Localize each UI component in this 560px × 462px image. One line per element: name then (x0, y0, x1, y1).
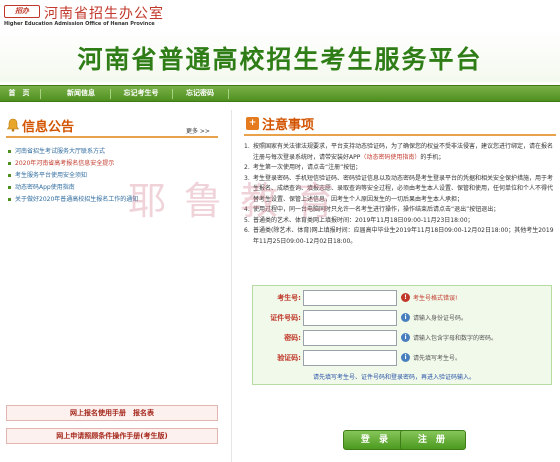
notice-divider (244, 134, 556, 136)
captcha-row: 验证码: i 请先填写考生号。 (253, 350, 553, 367)
news-item[interactable]: 2020年河南省高考报名信息安全提示 (8, 158, 223, 170)
news-title: 信息公告 (22, 120, 75, 135)
care-conditions-manual-button[interactable]: 网上申请照顾条件操作手册(考生版) (6, 428, 218, 444)
notice-item: 3. 考生登录密码、手机短信验证码、密码验证信息以及动态密码是考生登录平台的凭据和… (244, 174, 554, 203)
dynamic-password-guide-link[interactable]: （动态密码使用指南） (360, 154, 420, 161)
notice-item: 1. 按照国家有关法律法规要求，平台支持动态验证码，为了确保您的权益不受非法侵害，… (244, 143, 554, 161)
bullet-icon (8, 198, 11, 201)
nav-forgot-password[interactable]: 忘记密码 (174, 86, 226, 101)
news-divider (6, 136, 218, 138)
id-number-input[interactable] (303, 310, 397, 326)
password-input[interactable] (303, 330, 397, 346)
notice-title: 注意事项 (262, 118, 315, 133)
register-button[interactable]: 注 册 (400, 430, 466, 450)
bullet-icon (8, 150, 11, 153)
nav-news[interactable]: 新闻信息 (56, 86, 106, 101)
notice-item: 2. 考生第一次使用时，请点击“注册”按钮； (244, 164, 362, 171)
org-english-name: Higher Education Admission Office of Hen… (4, 21, 155, 27)
notice-item: 6. 普通类(除艺术、体育)网上填报时间：应届高中毕业生2019年11月18日09… (244, 227, 554, 245)
org-logo: 招办 (4, 5, 40, 18)
nav-separator (110, 89, 111, 99)
bullet-icon (8, 162, 11, 165)
examinee-number-row: 考生号: ! 考生号格式错误! (253, 290, 553, 307)
captcha-label: 验证码: (277, 354, 301, 362)
top-bar: 招办 河南省招生办公室 Higher Education Admission O… (0, 0, 560, 30)
examinee-number-hint: 考生号格式错误! (413, 295, 458, 302)
notice-item: 4. 使用过程中，同一台电脑同时只允许一名考生进行操作，操作结束后请点击“退出”按… (244, 206, 500, 213)
main-nav: 首 页 新闻信息 忘记考生号 忘记密码 (0, 85, 560, 102)
login-form: 考生号: ! 考生号格式错误! 证件号码: i 请输入身份证号码。 密码: i … (252, 285, 552, 385)
news-item[interactable]: 关于做好2020年普通高校招生报名工作的通知 (8, 194, 223, 206)
news-more-link[interactable]: 更多 >> (186, 126, 210, 135)
nav-home[interactable]: 首 页 (0, 86, 38, 101)
password-row: 密码: i 请输入包含字母和数字的密码。 (253, 330, 553, 347)
captcha-input[interactable] (303, 350, 397, 366)
site-banner: 河南省普通高校招生考生服务平台 (0, 30, 560, 82)
news-item[interactable]: 河南省招生考试服务大厅联系方式 (8, 146, 223, 158)
examinee-number-input[interactable] (303, 290, 397, 306)
org-name: 河南省招生办公室 (44, 6, 164, 22)
news-item[interactable]: 考生服务平台使用安全须知 (8, 170, 223, 182)
info-icon: i (401, 333, 410, 342)
notice-list: 1. 按照国家有关法律法规要求，平台支持动态验证码，为了确保您的权益不受非法侵害，… (244, 142, 558, 247)
registration-manual-button[interactable]: 网上报名使用手册 报名表 (6, 405, 218, 421)
bullet-icon (8, 186, 11, 189)
notice-item: 5. 普通类的艺术、体育类网上填报时间：2019年11月18日09:00-11月2… (244, 216, 474, 224)
bullet-icon (8, 174, 11, 177)
bell-icon (6, 118, 20, 132)
id-number-row: 证件号码: i 请输入身份证号码。 (253, 310, 553, 327)
nav-separator (172, 89, 173, 99)
nav-separator (40, 89, 41, 99)
news-item[interactable]: 动态密码App使用指南 (8, 182, 223, 194)
info-icon: i (401, 353, 410, 362)
login-tip: 请先填写考生号、证件号码和登录密码，再进入验证码输入。 (313, 374, 476, 381)
site-title: 河南省普通高校招生考生服务平台 (77, 45, 483, 74)
password-hint: 请输入包含字母和数字的密码。 (413, 335, 498, 342)
password-label: 密码: (284, 334, 301, 342)
plus-icon: + (246, 117, 259, 130)
nav-separator (228, 89, 229, 99)
error-icon: ! (401, 293, 410, 302)
info-icon: i (401, 313, 410, 322)
nav-forgot-examinee-number[interactable]: 忘记考生号 (112, 86, 170, 101)
examinee-number-label: 考生号: (277, 294, 301, 302)
panel-divider (231, 110, 232, 462)
captcha-hint: 请先填写考生号。 (413, 355, 462, 362)
id-number-label: 证件号码: (270, 314, 301, 322)
id-number-hint: 请输入身份证号码。 (413, 315, 468, 322)
news-list: 河南省招生考试服务大厅联系方式 2020年河南省高考报名信息安全提示 考生服务平… (8, 146, 223, 206)
